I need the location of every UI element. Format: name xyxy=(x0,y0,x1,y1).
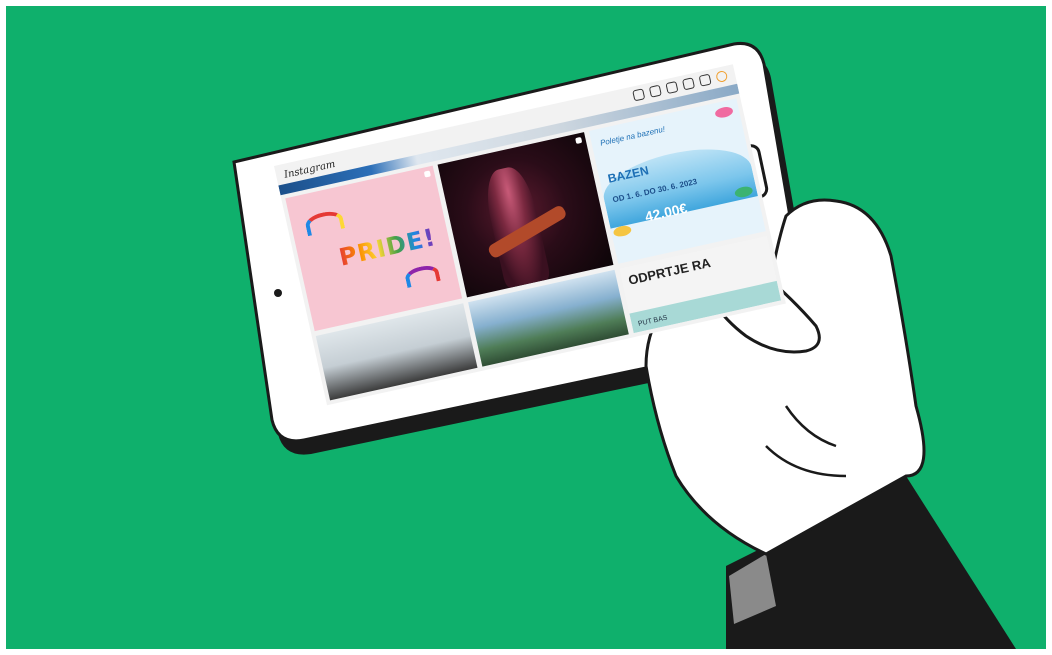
pride-text: PRIDE! xyxy=(336,223,439,272)
opening-title: ODPRTJE RA xyxy=(626,255,712,288)
rainbow-icon xyxy=(303,208,346,237)
multi-post-icon xyxy=(575,136,583,144)
profile-icon[interactable] xyxy=(715,69,729,84)
explore-icon[interactable] xyxy=(681,77,696,91)
post-concert[interactable] xyxy=(437,132,614,298)
add-icon[interactable] xyxy=(665,80,679,95)
rainbow-icon xyxy=(403,263,441,288)
multi-post-icon xyxy=(423,170,431,178)
post-pool[interactable]: Poletje na bazenu! BAZEN OD 1. 6. DO 30.… xyxy=(589,98,766,264)
post-pride[interactable]: PRIDE! xyxy=(285,165,462,332)
camera-dot xyxy=(274,289,282,297)
flower-icon xyxy=(714,105,734,120)
heart-icon[interactable] xyxy=(698,73,712,87)
pool-tagline: Poletje na bazenu! xyxy=(599,124,666,148)
illustration-scene: Instagram PRIDE! Poletje na bazenu! BAZE… xyxy=(6,6,1046,649)
home-icon[interactable] xyxy=(632,88,646,102)
send-icon[interactable] xyxy=(648,84,662,98)
